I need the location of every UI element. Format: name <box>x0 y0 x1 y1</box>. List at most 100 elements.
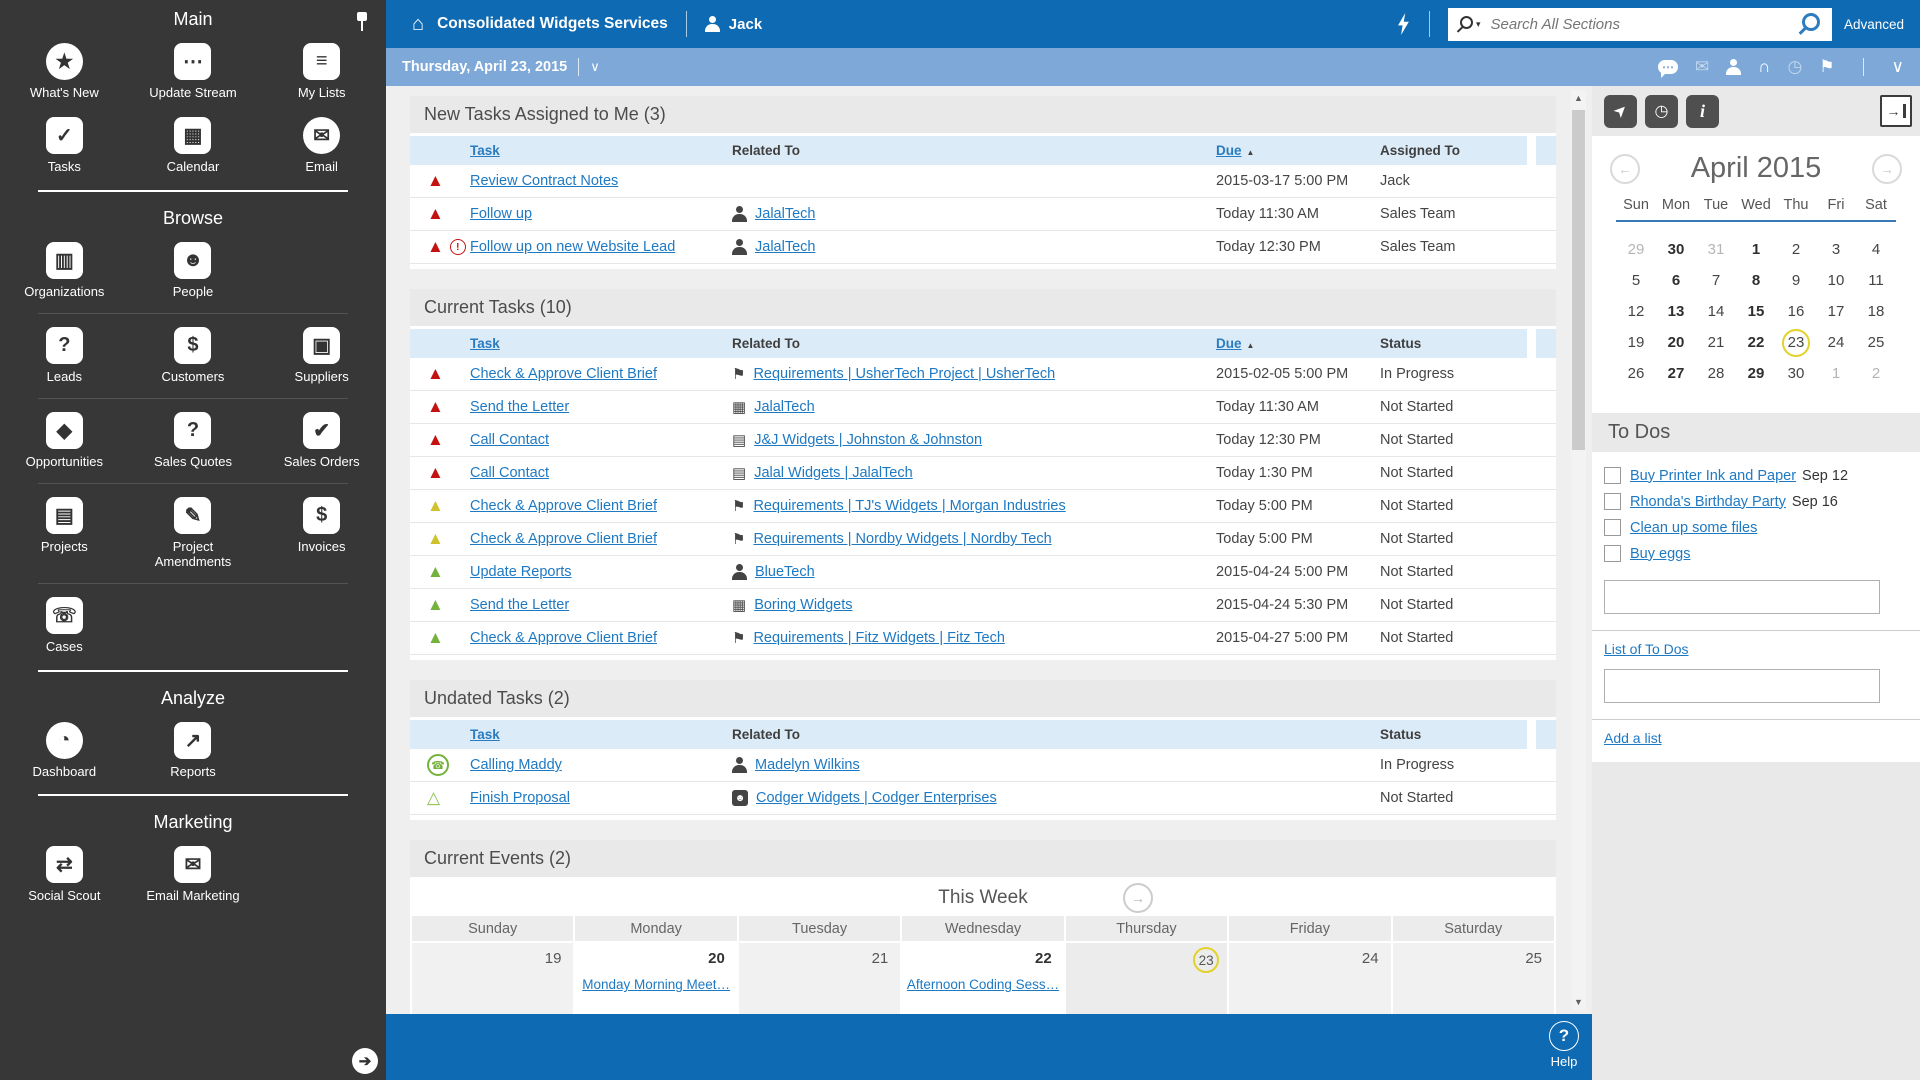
day-cell-24[interactable]: 24 <box>1229 943 1390 1014</box>
calendar-date-10[interactable]: 10 <box>1816 265 1856 296</box>
calendar-date-21[interactable]: 21 <box>1696 327 1736 358</box>
day-cell-21[interactable]: 21 <box>739 943 900 1014</box>
related-link[interactable]: JalalTech <box>755 239 815 255</box>
calendar-date-11[interactable]: 11 <box>1856 265 1896 296</box>
headset-icon[interactable]: ∩ <box>1758 57 1770 77</box>
task-link[interactable]: Send the Letter <box>470 399 569 415</box>
related-link[interactable]: Requirements | Nordby Widgets | Nordby T… <box>753 531 1051 547</box>
calendar-date-31[interactable]: 31 <box>1696 234 1736 265</box>
task-link[interactable]: Follow up on new Website Lead <box>470 239 675 255</box>
todo-link[interactable]: Buy Printer Ink and Paper <box>1630 468 1796 484</box>
calendar-date-17[interactable]: 17 <box>1816 296 1856 327</box>
sidebar-item-email-marketing[interactable]: ✉Email Marketing <box>133 838 253 912</box>
sidebar-item-customers[interactable]: $Customers <box>133 319 253 393</box>
related-link[interactable]: Requirements | Fitz Widgets | Fitz Tech <box>753 630 1004 646</box>
task-link[interactable]: Review Contract Notes <box>470 173 618 189</box>
task-link[interactable]: Call Contact <box>470 465 549 481</box>
sidebar-item-update-stream[interactable]: ⋯Update Stream <box>133 35 253 109</box>
todo-checkbox[interactable] <box>1604 467 1621 484</box>
todo-link[interactable]: Clean up some files <box>1630 520 1757 536</box>
main-scrollbar[interactable]: ▲ ▼ <box>1571 90 1586 1010</box>
column-header-due[interactable]: Due▲ <box>1216 143 1380 158</box>
sidebar-item-dashboard[interactable]: ◔Dashboard <box>4 714 124 788</box>
sidebar-item-what-s-new[interactable]: ★What's New <box>4 35 124 109</box>
task-link[interactable]: Call Contact <box>470 432 549 448</box>
calendar-date-29[interactable]: 29 <box>1736 358 1776 389</box>
current-user[interactable]: Jack <box>729 16 762 33</box>
calendar-date-1[interactable]: 1 <box>1816 358 1856 389</box>
column-header-task[interactable]: Task <box>470 143 732 158</box>
task-link[interactable]: Follow up <box>470 206 532 222</box>
advanced-search-link[interactable]: Advanced <box>1844 17 1904 32</box>
calendar-date-30[interactable]: 30 <box>1776 358 1816 389</box>
add-a-list-link[interactable]: Add a list <box>1604 730 1920 746</box>
calendar-date-4[interactable]: 4 <box>1856 234 1896 265</box>
flag-icon[interactable]: ⚑ <box>1819 57 1834 77</box>
calendar-next-icon[interactable]: → <box>1872 154 1902 184</box>
quick-actions-icon[interactable] <box>1396 13 1411 35</box>
day-cell-19[interactable]: 19 <box>412 943 573 1014</box>
scroll-down-icon[interactable]: ▼ <box>1571 994 1586 1010</box>
column-header-due[interactable]: Due▲ <box>1216 336 1380 351</box>
date-dropdown-icon[interactable]: ∨ <box>590 59 600 75</box>
alarm-icon[interactable]: ◷ <box>1787 57 1802 77</box>
search-submit-icon[interactable] <box>1802 13 1820 31</box>
calendar-date-3[interactable]: 3 <box>1816 234 1856 265</box>
calendar-date-9[interactable]: 9 <box>1776 265 1816 296</box>
calendar-date-18[interactable]: 18 <box>1856 296 1896 327</box>
calendar-date-8[interactable]: 8 <box>1736 265 1776 296</box>
sidebar-item-suppliers[interactable]: ▣Suppliers <box>262 319 382 393</box>
todo-link[interactable]: Rhonda's Birthday Party <box>1630 494 1786 510</box>
task-link[interactable]: Send the Letter <box>470 597 569 613</box>
todo-checkbox[interactable] <box>1604 493 1621 510</box>
related-link[interactable]: JalalTech <box>755 206 815 222</box>
calendar-date-6[interactable]: 6 <box>1656 265 1696 296</box>
sidebar-item-email[interactable]: ✉Email <box>262 109 382 183</box>
chat-icon[interactable]: ⋯ <box>1658 60 1678 74</box>
related-link[interactable]: Codger Widgets | Codger Enterprises <box>756 790 997 806</box>
sidebar-item-sales-orders[interactable]: ✔Sales Orders <box>262 404 382 478</box>
timer-button[interactable]: ◷ <box>1645 95 1678 128</box>
panel-collapse-icon[interactable]: → <box>1880 95 1912 127</box>
person-help-icon[interactable] <box>1726 59 1741 75</box>
search-scope-dropdown-icon[interactable]: ▾ <box>1476 19 1481 30</box>
calendar-date-1[interactable]: 1 <box>1736 234 1776 265</box>
pin-sidebar-icon[interactable] <box>354 12 370 32</box>
related-link[interactable]: Boring Widgets <box>754 597 852 613</box>
new-todo-input[interactable] <box>1604 580 1880 614</box>
calendar-date-26[interactable]: 26 <box>1616 358 1656 389</box>
event-link[interactable]: Afternoon Coding Sess… <box>902 977 1063 992</box>
calendar-date-25[interactable]: 25 <box>1856 327 1896 358</box>
task-link[interactable]: Finish Proposal <box>470 790 570 806</box>
related-link[interactable]: BlueTech <box>755 564 815 580</box>
search-scope-icon[interactable] <box>1460 16 1473 29</box>
new-list-input[interactable] <box>1604 669 1880 703</box>
column-header-task[interactable]: Task <box>470 336 732 351</box>
sidebar-item-invoices[interactable]: $Invoices <box>262 489 382 578</box>
chevron-down-icon[interactable]: ∨ <box>1892 57 1904 77</box>
calendar-date-19[interactable]: 19 <box>1616 327 1656 358</box>
current-date-label[interactable]: Thursday, April 23, 2015 <box>402 59 567 75</box>
scrollbar-thumb[interactable] <box>1572 110 1585 450</box>
sidebar-item-social-scout[interactable]: ⇄Social Scout <box>4 838 124 912</box>
help-button[interactable]: ? Help <box>1549 1021 1579 1069</box>
calendar-date-16[interactable]: 16 <box>1776 296 1816 327</box>
task-link[interactable]: Calling Maddy <box>470 757 562 773</box>
calendar-date-27[interactable]: 27 <box>1656 358 1696 389</box>
sidebar-collapse-button[interactable]: ➔ <box>352 1048 378 1074</box>
scroll-up-icon[interactable]: ▲ <box>1571 90 1586 106</box>
pin-button[interactable]: ➤ <box>1604 95 1637 128</box>
day-cell-22[interactable]: 22Afternoon Coding Sess… <box>902 943 1063 1014</box>
task-link[interactable]: Update Reports <box>470 564 572 580</box>
related-link[interactable]: Jalal Widgets | JalalTech <box>754 465 913 481</box>
calendar-date-28[interactable]: 28 <box>1696 358 1736 389</box>
related-link[interactable]: Requirements | TJ's Widgets | Morgan Ind… <box>753 498 1065 514</box>
calendar-date-14[interactable]: 14 <box>1696 296 1736 327</box>
calendar-date-7[interactable]: 7 <box>1696 265 1736 296</box>
app-title[interactable]: Consolidated Widgets Services <box>437 15 668 33</box>
calendar-date-20[interactable]: 20 <box>1656 327 1696 358</box>
list-of-todos-link[interactable]: List of To Dos <box>1604 641 1920 657</box>
task-link[interactable]: Check & Approve Client Brief <box>470 366 657 382</box>
calendar-date-5[interactable]: 5 <box>1616 265 1656 296</box>
calendar-date-24[interactable]: 24 <box>1816 327 1856 358</box>
